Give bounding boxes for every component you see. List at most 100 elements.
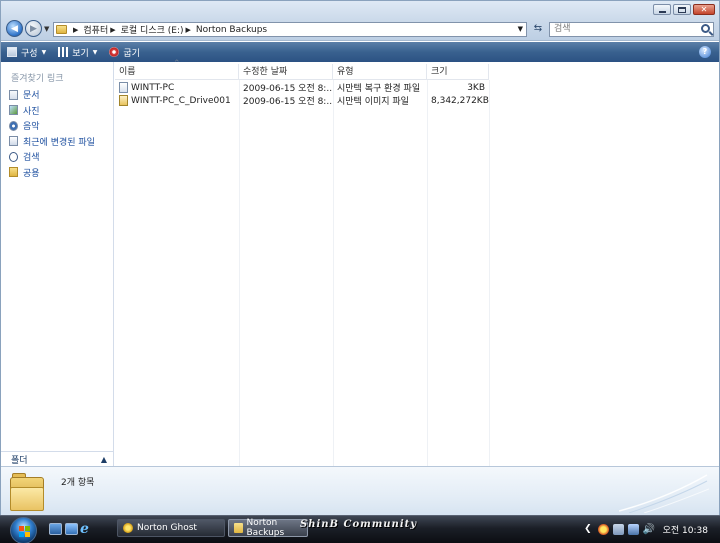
volume-icon[interactable]: 🔊 xyxy=(643,524,655,535)
file-name-cell: WINTT-PC xyxy=(115,82,239,93)
search-input[interactable]: 검색 xyxy=(549,22,714,37)
breadcrumb-label: Norton Backups xyxy=(195,24,268,35)
column-divider xyxy=(239,80,240,466)
taskbar-button-label: Norton Ghost xyxy=(137,523,197,533)
chevron-down-icon: ▼ xyxy=(92,48,98,56)
sidebar-item-music[interactable]: 음악 xyxy=(9,118,95,134)
window-caption-buttons: ✕ xyxy=(653,4,715,15)
norton-tray-icon[interactable] xyxy=(597,523,609,535)
column-divider xyxy=(333,80,334,466)
internet-explorer-icon[interactable]: e xyxy=(80,522,93,536)
organize-button[interactable]: 구성 ▼ xyxy=(1,42,52,62)
show-desktop-icon[interactable] xyxy=(49,523,62,535)
start-button[interactable] xyxy=(10,517,37,543)
organize-icon xyxy=(7,47,17,57)
column-header-name[interactable]: 이름 xyxy=(115,56,239,80)
table-row[interactable]: WINTT-PC_C_Drive001 2009-06-15 오전 8:... … xyxy=(115,94,489,107)
type-cell: 시만텍 이미지 파일 xyxy=(337,97,409,107)
file-name: WINTT-PC_C_Drive001 xyxy=(131,96,231,106)
sidebar-item-searches[interactable]: 검색 xyxy=(9,149,95,165)
help-button[interactable]: ? xyxy=(699,46,711,58)
chevron-down-icon: ▼ xyxy=(41,48,47,56)
minimize-button[interactable] xyxy=(653,4,671,15)
back-button[interactable]: ◀ xyxy=(6,20,23,37)
views-label: 보기 xyxy=(72,48,89,59)
maximize-button[interactable] xyxy=(673,4,691,15)
refresh-icon: ⇆ xyxy=(533,23,543,34)
sidebar-item-pictures[interactable]: 사진 xyxy=(9,103,95,119)
document-icon xyxy=(9,89,18,100)
item-count: 2개 항목 xyxy=(61,478,95,488)
table-row[interactable]: WINTT-PC 2009-06-15 오전 8:... 시만텍 복구 환경 파… xyxy=(115,81,489,94)
column-header-label: 수정한 날짜 xyxy=(243,67,288,77)
switch-windows-icon[interactable] xyxy=(65,523,78,535)
breadcrumb-norton-backups[interactable]: Norton Backups xyxy=(196,25,267,35)
column-header-size[interactable]: 크기 xyxy=(427,64,489,80)
sidebar-item-public[interactable]: 공용 xyxy=(9,165,95,181)
views-button[interactable]: 보기 ▼ xyxy=(52,42,103,62)
navigation-pane: 즐겨찾기 링크 문서 사진 음악 최근에 변경된 파일 검색 공용 폴더 ▲ xyxy=(1,62,114,466)
column-header-type[interactable]: 유형 xyxy=(333,64,427,80)
type-cell: 시만텍 복구 환경 파일 xyxy=(337,84,421,94)
image-file-icon xyxy=(119,95,128,106)
taskbar-button-norton-ghost[interactable]: Norton Ghost xyxy=(117,519,225,537)
folders-toggle[interactable]: 폴더 ▲ xyxy=(1,451,113,466)
date-cell: 2009-06-15 오전 8:... xyxy=(243,84,333,94)
taskbar-button-label: Norton Backups xyxy=(246,518,285,538)
public-folder-icon xyxy=(9,167,18,178)
size-cell: 3KB xyxy=(467,82,485,93)
breadcrumb-computer[interactable]: 컴퓨터 xyxy=(83,23,108,36)
breadcrumb-label: 컴퓨터 xyxy=(83,26,109,36)
address-dropdown-icon[interactable]: ▼ xyxy=(518,25,523,33)
pictures-icon xyxy=(9,105,18,116)
network-icon[interactable] xyxy=(627,523,639,535)
address-bar[interactable]: ▶ 컴퓨터 ▶ 로컬 디스크 (E:) ▶ Norton Backups ▼ xyxy=(53,22,527,37)
taskbar-button-norton-backups[interactable]: Norton Backups xyxy=(228,518,308,538)
recovery-file-icon xyxy=(119,82,128,93)
column-headers: 이름 수정한 날짜 유형 크기 xyxy=(115,56,489,80)
watermark: ShinB Community xyxy=(300,519,418,530)
explorer-window: ✕ ◀ ▶ ▼ ▶ 컴퓨터 ▶ 로컬 디스크 (E:) ▶ Norton Bac… xyxy=(0,0,720,543)
sidebar-item-documents[interactable]: 문서 xyxy=(9,87,95,103)
column-divider xyxy=(427,80,428,466)
clock[interactable]: 오전 10:38 xyxy=(663,523,708,536)
size-cell: 8,342,272KB xyxy=(431,95,489,106)
breadcrumb-label: 로컬 디스크 (E:) xyxy=(120,26,184,36)
title-bar: ✕ ◀ ▶ ▼ ▶ 컴퓨터 ▶ 로컬 디스크 (E:) ▶ Norton Bac… xyxy=(1,1,719,41)
close-button[interactable]: ✕ xyxy=(693,4,715,15)
refresh-button[interactable]: ⇆ xyxy=(530,22,546,37)
breadcrumb-chevron-icon[interactable]: ▶ xyxy=(110,26,115,34)
column-header-label: 이름 xyxy=(119,67,136,77)
burn-disc-icon xyxy=(109,47,120,57)
sidebar-item-label: 음악 xyxy=(23,122,40,133)
breadcrumb-chevron-icon[interactable]: ▶ xyxy=(73,26,78,34)
favorite-links-heading: 즐겨찾기 링크 xyxy=(11,74,64,84)
navigation-buttons: ◀ ▶ ▼ xyxy=(6,20,49,37)
show-hidden-icons-chevron-icon[interactable]: ❮ xyxy=(584,524,592,534)
windows-update-icon[interactable] xyxy=(612,523,624,535)
column-header-date-modified[interactable]: 수정한 날짜 xyxy=(239,64,333,80)
norton-ghost-icon xyxy=(123,523,133,533)
recent-pages-dropdown[interactable]: ▼ xyxy=(44,25,49,33)
sidebar-item-recent-files[interactable]: 최근에 변경된 파일 xyxy=(9,134,95,150)
column-header-label: 유형 xyxy=(337,67,354,77)
file-list: 이름 수정한 날짜 유형 크기 WINTT-PC 2009-06-15 오전 8… xyxy=(115,56,719,466)
close-icon: ✕ xyxy=(700,4,708,14)
search-icon[interactable] xyxy=(701,24,710,33)
breadcrumb-local-disk[interactable]: 로컬 디스크 (E:) xyxy=(121,23,184,36)
file-name: WINTT-PC xyxy=(131,83,175,93)
sidebar-item-label: 사진 xyxy=(23,106,40,117)
back-arrow-icon: ◀ xyxy=(11,23,18,34)
sidebar-item-label: 검색 xyxy=(23,153,40,164)
system-tray: ❮ 🔊 오전 10:38 xyxy=(584,518,720,540)
column-divider xyxy=(489,80,490,466)
forward-arrow-icon: ▶ xyxy=(30,23,37,34)
maximize-icon xyxy=(678,6,686,13)
organize-label: 구성 xyxy=(21,48,38,59)
burn-button[interactable]: 굽기 xyxy=(103,42,146,62)
folders-label: 폴더 xyxy=(11,455,28,466)
breadcrumb-chevron-icon[interactable]: ▶ xyxy=(186,26,191,34)
sidebar-item-label: 공용 xyxy=(23,168,40,179)
forward-button[interactable]: ▶ xyxy=(25,20,42,37)
taskbar: e Norton Ghost Norton Backups ShinB Comm… xyxy=(0,515,720,543)
